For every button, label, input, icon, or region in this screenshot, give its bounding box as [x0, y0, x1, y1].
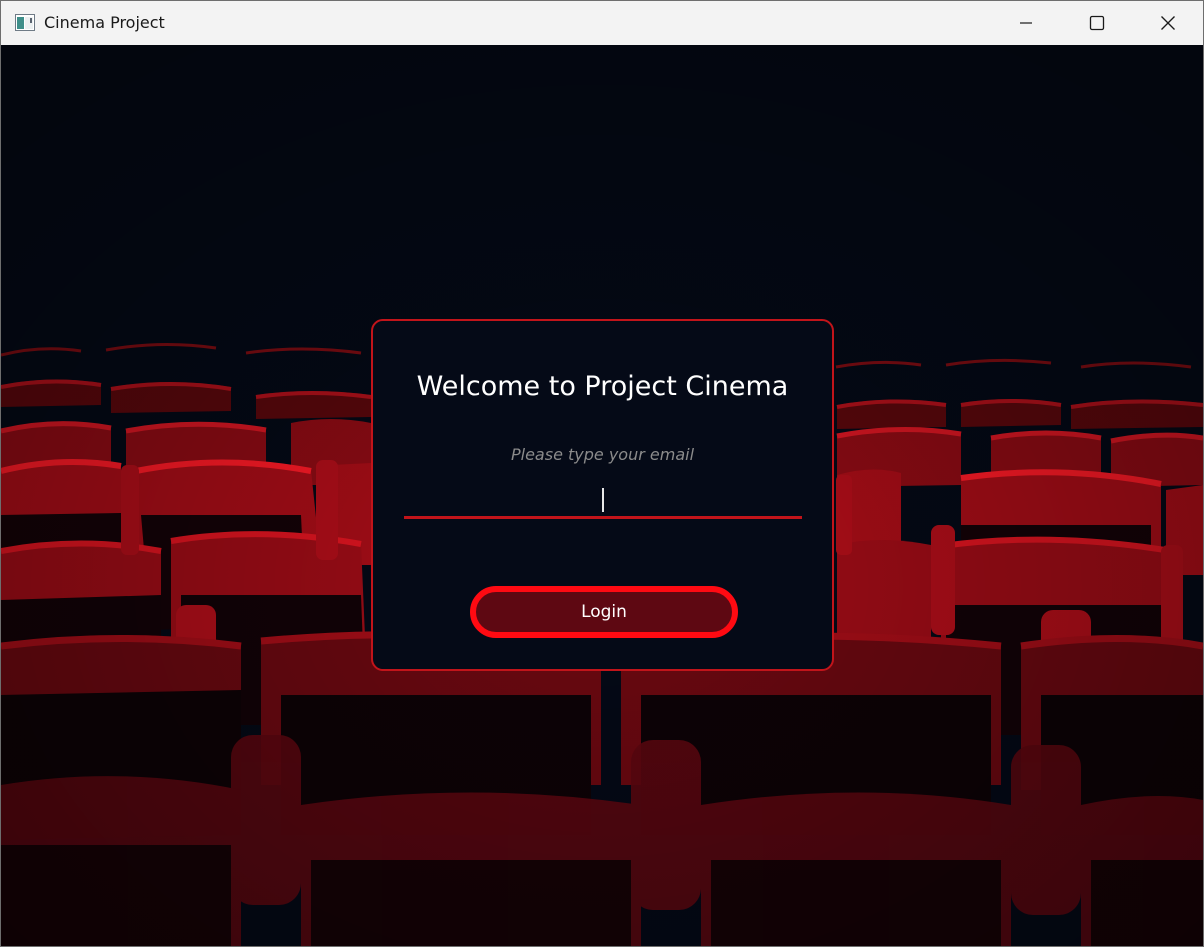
welcome-title: Welcome to Project Cinema	[416, 371, 789, 402]
app-window: Cinema Project Welcome to Project Cinema…	[0, 0, 1204, 947]
title-bar[interactable]: Cinema Project	[1, 1, 1203, 45]
maximize-icon	[1089, 15, 1105, 31]
app-window-icon	[15, 14, 35, 31]
minimize-button[interactable]	[991, 1, 1061, 45]
window-title: Cinema Project	[44, 13, 165, 32]
close-icon	[1161, 16, 1175, 30]
text-cursor	[602, 488, 604, 512]
app-content: Welcome to Project Cinema Please type yo…	[1, 45, 1203, 946]
maximize-button[interactable]	[1062, 1, 1132, 45]
email-label: Please type your email	[510, 445, 695, 464]
close-button[interactable]	[1133, 1, 1203, 45]
minimize-icon	[1020, 22, 1032, 24]
login-card: Welcome to Project Cinema Please type yo…	[371, 319, 834, 671]
login-button[interactable]: Login	[470, 586, 738, 638]
